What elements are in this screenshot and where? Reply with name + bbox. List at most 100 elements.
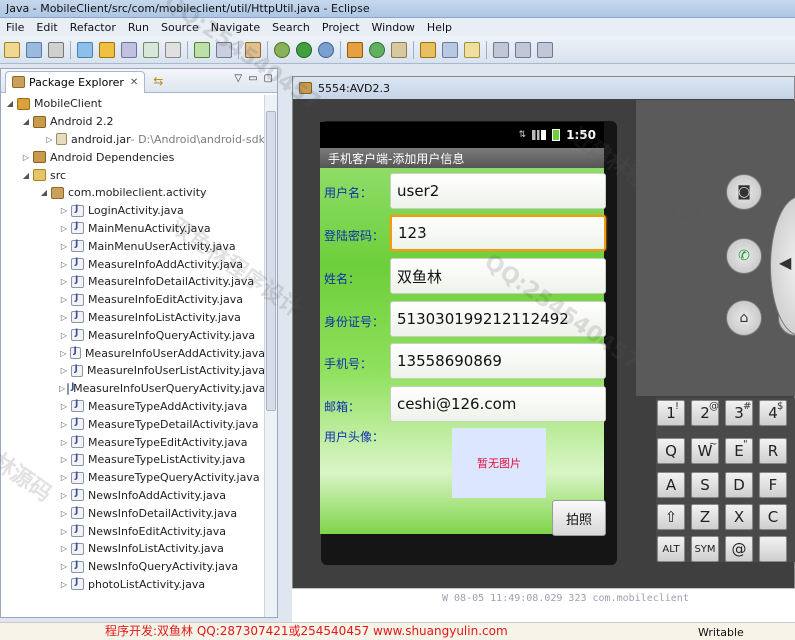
tree-item-file[interactable]: ▷ MeasureTypeDetailActivity.java bbox=[1, 415, 265, 433]
keyboard-key[interactable]: @ bbox=[725, 536, 753, 562]
keyboard-key[interactable]: Z bbox=[691, 504, 719, 530]
expand-icon[interactable]: ▷ bbox=[59, 331, 69, 340]
expand-icon[interactable]: ▷ bbox=[59, 491, 69, 500]
vertical-scrollbar[interactable] bbox=[264, 95, 277, 617]
keyboard-key[interactable]: A bbox=[657, 472, 685, 498]
debug-icon[interactable] bbox=[274, 41, 290, 58]
phone-input[interactable]: 13558690869 bbox=[390, 343, 606, 379]
username-input[interactable]: user2 bbox=[390, 173, 606, 209]
password-input[interactable]: 123 bbox=[390, 215, 606, 251]
menu-source[interactable]: Source bbox=[155, 21, 205, 34]
expand-icon[interactable]: ▷ bbox=[59, 224, 69, 233]
expand-icon[interactable]: ▷ bbox=[45, 135, 54, 144]
tree-item-file[interactable]: ▷ LoginActivity.java bbox=[1, 202, 265, 220]
expand-icon[interactable]: ▷ bbox=[59, 580, 69, 589]
collapse-icon[interactable]: ◢ bbox=[5, 99, 15, 108]
collapse-icon[interactable]: ◢ bbox=[21, 171, 31, 180]
keyboard-key[interactable]: Q bbox=[657, 438, 685, 464]
tree-item-file[interactable]: ▷ NewsInfoEditActivity.java bbox=[1, 522, 265, 540]
expand-icon[interactable]: ▷ bbox=[59, 544, 69, 553]
next-annotation-icon[interactable] bbox=[493, 41, 509, 58]
tree-item-package[interactable]: ◢ com.mobileclient.activity bbox=[1, 184, 265, 202]
toggle-view-icon[interactable] bbox=[165, 41, 181, 58]
avd-manager-icon[interactable] bbox=[121, 41, 137, 58]
menu-navigate[interactable]: Navigate bbox=[205, 21, 266, 34]
keyboard-key[interactable]: 1 bbox=[657, 400, 685, 426]
lint-icon[interactable] bbox=[143, 41, 159, 58]
close-icon[interactable]: ✕ bbox=[130, 77, 138, 88]
tree-item-file[interactable]: ▷ NewsInfoAddActivity.java bbox=[1, 487, 265, 505]
skip-breakpoints-icon[interactable] bbox=[245, 41, 261, 58]
tree-item-file[interactable]: ▷ MeasureInfoAddActivity.java bbox=[1, 255, 265, 273]
keyboard-key[interactable]: ALT bbox=[657, 536, 685, 562]
new-class-icon[interactable] bbox=[369, 41, 385, 58]
take-photo-button[interactable]: 拍照 bbox=[552, 500, 606, 536]
back-icon[interactable] bbox=[515, 41, 531, 58]
keyboard-key[interactable]: X bbox=[725, 504, 753, 530]
camera-icon[interactable]: ◙ bbox=[726, 174, 762, 210]
print-icon[interactable] bbox=[48, 41, 64, 58]
expand-icon[interactable]: ▷ bbox=[59, 242, 69, 251]
new-icon[interactable] bbox=[4, 41, 20, 58]
tree-item-file[interactable]: ▷ NewsInfoQueryActivity.java bbox=[1, 558, 265, 576]
tree-item-file[interactable]: ▷ MeasureInfoUserAddActivity.java bbox=[1, 344, 265, 362]
keyboard-key[interactable] bbox=[759, 536, 787, 562]
maximize-icon[interactable]: ▢ bbox=[264, 73, 273, 84]
name-input[interactable]: 双鱼林 bbox=[390, 258, 606, 294]
menu-file[interactable]: File bbox=[0, 21, 30, 34]
tree-item-file[interactable]: ▷ MeasureTypeQueryActivity.java bbox=[1, 469, 265, 487]
expand-icon[interactable]: ▷ bbox=[59, 527, 69, 536]
menu-help[interactable]: Help bbox=[421, 21, 458, 34]
keyboard-key[interactable]: SYM bbox=[691, 536, 719, 562]
expand-icon[interactable]: ▷ bbox=[59, 402, 69, 411]
tree-item-file[interactable]: ▷ photoListActivity.java bbox=[1, 576, 265, 594]
tree-item-file[interactable]: ▷ MainMenuUserActivity.java bbox=[1, 237, 265, 255]
menu-project[interactable]: Project bbox=[316, 21, 366, 34]
expand-icon[interactable]: ▷ bbox=[59, 562, 69, 571]
home-icon[interactable]: ⌂ bbox=[726, 300, 762, 336]
tree-item-file[interactable]: ▷ NewsInfoListActivity.java bbox=[1, 540, 265, 558]
annotation-icon[interactable] bbox=[464, 41, 480, 58]
keyboard-key[interactable]: S bbox=[691, 472, 719, 498]
expand-icon[interactable]: ▷ bbox=[59, 455, 69, 464]
tree-item-file[interactable]: ▷ MeasureInfoDetailActivity.java bbox=[1, 273, 265, 291]
tree-item-file[interactable]: ▷ MeasureInfoListActivity.java bbox=[1, 309, 265, 327]
tree-item-src[interactable]: ◢ src bbox=[1, 166, 265, 184]
keyboard-key[interactable]: C bbox=[759, 504, 787, 530]
idcard-input[interactable]: 513030199212112492 bbox=[390, 301, 606, 337]
window-icon[interactable] bbox=[216, 41, 232, 58]
pin-editor-icon[interactable] bbox=[99, 41, 115, 58]
menu-edit[interactable]: Edit bbox=[30, 21, 63, 34]
checkbox-icon[interactable] bbox=[194, 41, 210, 58]
menu-run[interactable]: Run bbox=[122, 21, 155, 34]
tree-item-file[interactable]: ▷ MeasureInfoQueryActivity.java bbox=[1, 326, 265, 344]
forward-icon[interactable] bbox=[537, 41, 553, 58]
keyboard-key[interactable]: R bbox=[759, 438, 787, 464]
email-input[interactable]: ceshi@126.com bbox=[390, 386, 606, 422]
tree-item-file[interactable]: ▷ MeasureInfoUserListActivity.java bbox=[1, 362, 265, 380]
minimize-icon[interactable]: ▭ bbox=[248, 73, 257, 84]
keyboard-key[interactable]: E bbox=[725, 438, 753, 464]
tree-item-android-lib[interactable]: ◢ Android 2.2 bbox=[1, 113, 265, 131]
open-folder-icon[interactable] bbox=[420, 41, 436, 58]
call-icon[interactable]: ✆ bbox=[726, 238, 762, 274]
tree-item-dependencies[interactable]: ▷ Android Dependencies bbox=[1, 148, 265, 166]
open-type-icon[interactable] bbox=[391, 41, 407, 58]
collapse-icon[interactable]: ◢ bbox=[39, 188, 49, 197]
search-icon[interactable] bbox=[442, 41, 458, 58]
tree-item-file[interactable]: ▷ MeasureTypeAddActivity.java bbox=[1, 398, 265, 416]
keyboard-key[interactable]: F bbox=[759, 472, 787, 498]
tree-item-project[interactable]: ◢ MobileClient bbox=[1, 95, 265, 113]
tree-item-file[interactable]: ▷ MainMenuActivity.java bbox=[1, 220, 265, 238]
expand-icon[interactable]: ▷ bbox=[59, 509, 69, 518]
expand-icon[interactable]: ▷ bbox=[59, 277, 69, 286]
expand-icon[interactable]: ▷ bbox=[59, 438, 69, 447]
menu-refactor[interactable]: Refactor bbox=[64, 21, 122, 34]
save-icon[interactable] bbox=[26, 41, 42, 58]
tab-package-explorer[interactable]: Package Explorer ✕ bbox=[5, 70, 146, 93]
external-tools-icon[interactable] bbox=[318, 41, 334, 58]
tree-item-jar[interactable]: ▷ android.jar - D:\Android\android-sdk bbox=[1, 131, 265, 149]
expand-icon[interactable]: ▷ bbox=[59, 384, 65, 393]
expand-icon[interactable]: ▷ bbox=[59, 349, 68, 358]
tree-item-file[interactable]: ▷ MeasureInfoUserQueryActivity.java bbox=[1, 380, 265, 398]
